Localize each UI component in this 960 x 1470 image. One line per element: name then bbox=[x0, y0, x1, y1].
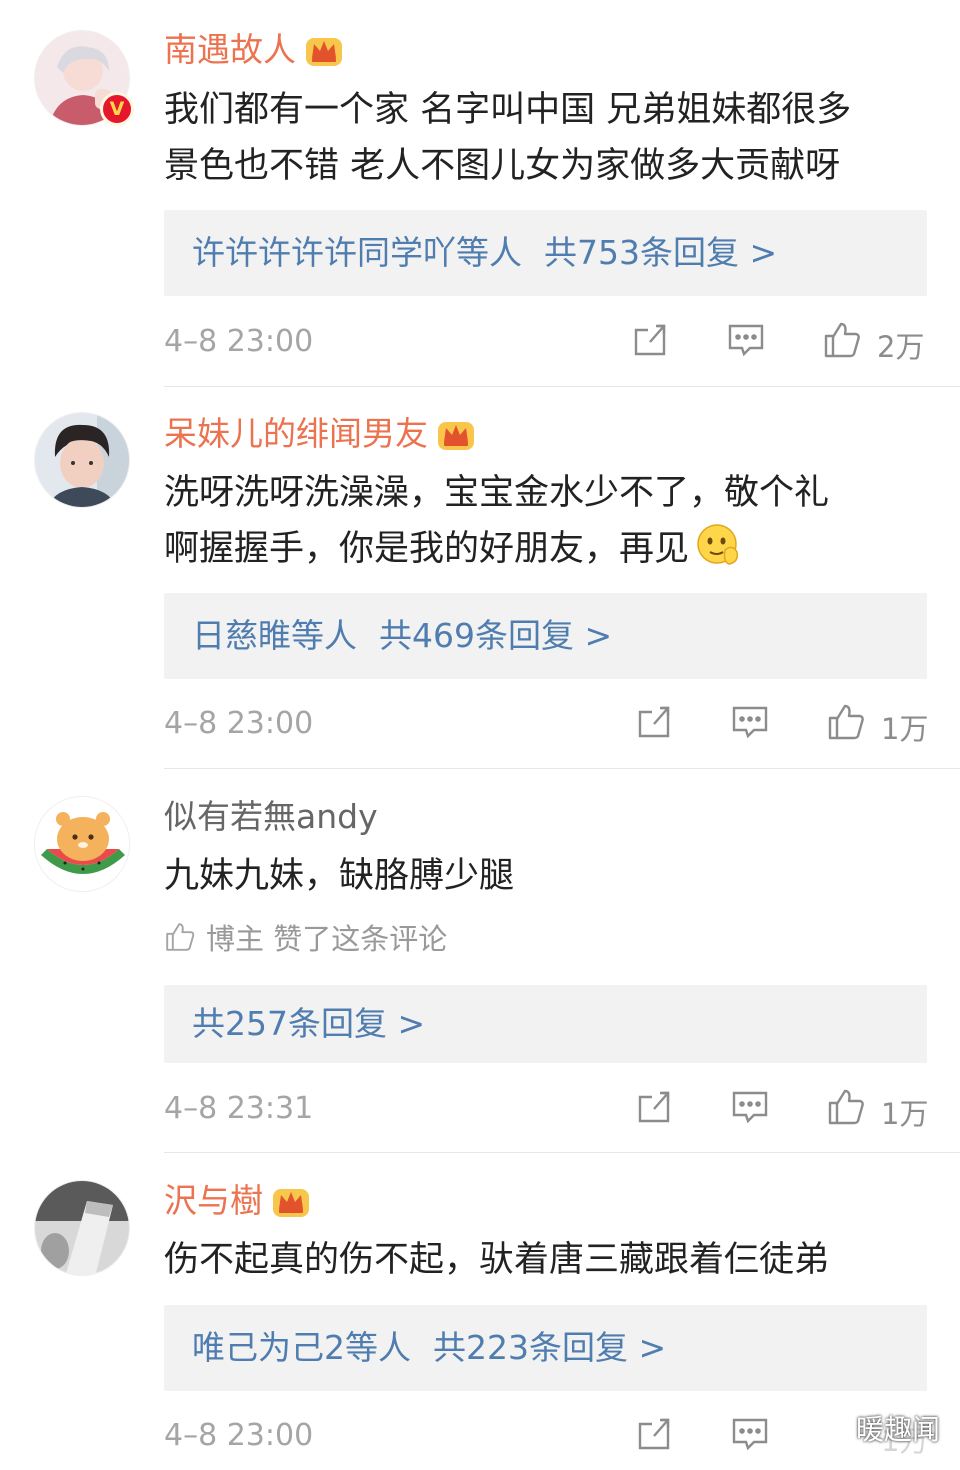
share-icon[interactable] bbox=[634, 702, 674, 742]
timestamp: 4–8 23:00 bbox=[164, 706, 314, 741]
comment-text: 九妹九妹，缺胳膊少腿 bbox=[164, 848, 934, 904]
avatar[interactable] bbox=[34, 1180, 130, 1276]
watermark-text: 暖趣闻 bbox=[856, 1413, 941, 1446]
reply-summary-button[interactable]: 共257条回复 > bbox=[164, 985, 927, 1063]
shy-smile-emoji-icon bbox=[697, 524, 739, 565]
comment-text-line: 我们都有一个家 名字叫中国 兄弟姐妹都很多 bbox=[164, 90, 852, 130]
share-icon[interactable] bbox=[634, 1414, 674, 1454]
divider bbox=[164, 768, 960, 769]
comment-text-line: 洗呀洗呀洗澡澡，宝宝金水少不了，敬个礼 bbox=[164, 473, 830, 513]
comment-text-line: 啊握握手，你是我的好朋友，再见 bbox=[164, 521, 934, 577]
vip-crown-icon bbox=[306, 38, 342, 66]
username[interactable]: 沢与樹 bbox=[164, 1181, 311, 1221]
comment-text: 洗呀洗呀洗澡澡，宝宝金水少不了，敬个礼 啊握握手，你是我的好朋友，再见 bbox=[164, 465, 934, 577]
like-count: 2万 bbox=[877, 330, 925, 364]
username[interactable]: 呆妹儿的绯闻男友 bbox=[164, 414, 476, 454]
comment-icon[interactable] bbox=[730, 1414, 770, 1454]
username[interactable]: 似有若無andy bbox=[164, 797, 378, 837]
username[interactable]: 南遇故人 bbox=[164, 30, 344, 70]
liked-note-text: 博主 赞了这条评论 bbox=[206, 922, 448, 956]
timestamp: 4–8 23:00 bbox=[164, 1418, 314, 1453]
comment-text-segment: 啊握握手，你是我的好朋友，再见 bbox=[164, 529, 690, 569]
timestamp: 4–8 23:00 bbox=[164, 324, 314, 359]
watermark: 暖趣闻 bbox=[812, 1408, 940, 1448]
like-icon[interactable] bbox=[826, 1087, 866, 1127]
username-label: 似有若無andy bbox=[164, 797, 378, 836]
comment-icon[interactable] bbox=[730, 702, 770, 742]
reply-count: 共223条回复 > bbox=[433, 1328, 667, 1367]
timestamp: 4–8 23:31 bbox=[164, 1091, 314, 1126]
reply-names: 唯己为己2等人 bbox=[192, 1328, 411, 1367]
reply-summary-button[interactable]: 唯己为己2等人 共223条回复 > bbox=[164, 1305, 927, 1391]
reply-count: 共257条回复 > bbox=[192, 1004, 426, 1043]
thumbs-up-icon bbox=[166, 923, 195, 951]
comment-text: 我们都有一个家 名字叫中国 兄弟姐妹都很多 景色也不错 老人不图儿女为家做多大贡… bbox=[164, 82, 934, 194]
username-label: 呆妹儿的绯闻男友 bbox=[164, 414, 428, 453]
avatar[interactable] bbox=[34, 412, 130, 508]
vip-crown-icon bbox=[438, 422, 474, 450]
reply-names: 许许许许许同学吖等人 bbox=[192, 233, 522, 272]
like-icon[interactable] bbox=[822, 320, 862, 360]
divider bbox=[164, 386, 960, 387]
share-icon[interactable] bbox=[630, 320, 670, 360]
author-liked-note: 博主 赞了这条评论 bbox=[164, 916, 447, 958]
comment-icon[interactable] bbox=[726, 320, 766, 360]
comment-text-line: 伤不起真的伤不起，驮着唐三藏跟着仨徒弟 bbox=[164, 1240, 830, 1280]
reply-summary-button[interactable]: 许许许许许同学吖等人 共753条回复 > bbox=[164, 210, 927, 296]
reply-names: 日慈睢等人 bbox=[192, 616, 357, 655]
verified-badge-icon: V bbox=[100, 92, 134, 126]
like-icon[interactable] bbox=[826, 702, 866, 742]
reply-count: 共753条回复 > bbox=[544, 233, 778, 272]
comment-meta: 4–8 23:00 1万 bbox=[164, 702, 934, 746]
reply-summary-button[interactable]: 日慈睢等人 共469条回复 > bbox=[164, 593, 927, 679]
comment-icon[interactable] bbox=[730, 1087, 770, 1127]
share-icon[interactable] bbox=[634, 1087, 674, 1127]
comment-text-line: 景色也不错 老人不图儿女为家做多大贡献呀 bbox=[164, 146, 841, 186]
reply-count: 共469条回复 > bbox=[379, 616, 613, 655]
wechat-logo-icon bbox=[812, 1412, 851, 1442]
divider bbox=[164, 1152, 960, 1153]
comment-meta: 4–8 23:31 1万 bbox=[164, 1087, 934, 1131]
comment-meta: 4–8 23:00 2万 bbox=[164, 320, 934, 364]
username-label: 南遇故人 bbox=[164, 30, 296, 69]
like-count: 1万 bbox=[881, 712, 929, 746]
comment-text-line: 九妹九妹，缺胳膊少腿 bbox=[164, 856, 515, 896]
vip-crown-icon bbox=[273, 1189, 309, 1217]
comment-text: 伤不起真的伤不起，驮着唐三藏跟着仨徒弟 bbox=[164, 1232, 934, 1288]
username-label: 沢与樹 bbox=[164, 1181, 263, 1220]
like-count: 1万 bbox=[881, 1097, 929, 1131]
avatar[interactable] bbox=[34, 796, 130, 892]
